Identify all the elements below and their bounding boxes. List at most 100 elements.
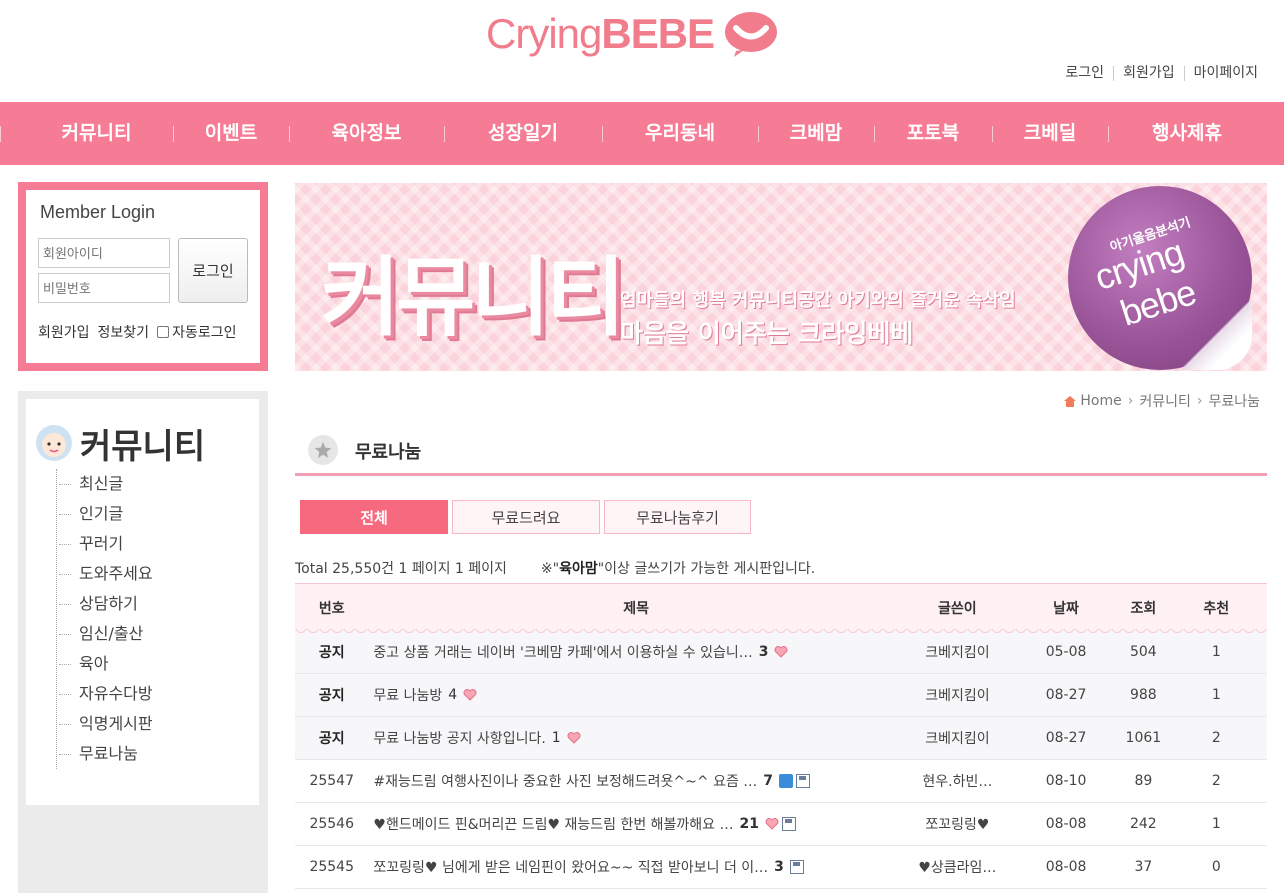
nav-cbmom[interactable]: 크베맘 [758,102,874,165]
row-writer[interactable]: 크베지킴이 [904,642,1011,662]
row-views: 504 [1129,644,1157,660]
row-date: 08-27 [1045,687,1087,703]
side-item-parenting[interactable]: 육아 [57,649,153,679]
site-logo[interactable]: CryingBEBE [486,10,778,58]
nav-parenting-info[interactable]: 육아정보 [289,102,444,165]
chevron-right-icon: › [1196,393,1203,409]
row-title-link[interactable]: 무료 나눔방 공지 사항입니다. [373,728,545,748]
table-row: 25545 쪼꼬링링♥ 님에게 받은 네임핀이 왔어요~~ 직접 받아보니 더 … [295,846,1267,889]
row-title-link[interactable]: 무료 나눔방 [373,685,442,705]
comment-count: 3 [774,859,784,875]
row-views: 242 [1129,816,1157,832]
comment-count: 7 [763,773,774,789]
logo-text-bold: BEBE [601,10,715,57]
header-writer: 글쓴이 [938,600,977,617]
row-views: 89 [1134,773,1153,789]
row-title-link[interactable]: 중고 상품 거래는 네이버 '크베맘 카페'에서 이용하실 수 있습니… [373,642,752,662]
mypage-link[interactable]: 마이페이지 [1183,66,1267,81]
login-button[interactable]: 로그인 [178,238,248,303]
attachment-icon [789,860,804,874]
side-item-anonymous[interactable]: 익명게시판 [57,709,153,739]
row-title-link[interactable]: #재능드림 여행사진이나 중요한 사진 보정해드려욧^~^ 요즘 … [373,771,757,791]
header-views: 조회 [1130,600,1157,617]
tab-free-give[interactable]: 무료드려요 [452,500,600,534]
row-views: 1061 [1125,730,1162,746]
side-item-popular[interactable]: 인기글 [57,499,153,529]
nav-community[interactable]: 커뮤니티 [0,102,173,165]
row-recommend: 2 [1211,730,1221,746]
row-writer[interactable]: 현우.하빈… [904,771,1011,791]
side-item-consult[interactable]: 상담하기 [57,589,153,619]
table-row: 25546 ♥핸드메이드 핀&머리끈 드림♥ 재능드림 한번 해볼까해요 … 21… [295,803,1267,846]
login-box: Member Login 로그인 회원가입 정보찾기 자동로그인 [18,182,268,371]
join-link[interactable]: 회원가입 [1113,66,1184,81]
breadcrumb: Home › 커뮤니티 › 무료나눔 [1064,391,1260,411]
table-row: 공지 중고 상품 거래는 네이버 '크베맘 카페'에서 이용하실 수 있습니… 3… [295,631,1267,674]
row-number: 25546 [309,816,354,832]
row-title-link[interactable]: ♥핸드메이드 핀&머리끈 드림♥ 재능드림 한번 해볼까해요 … [373,814,733,834]
row-number: 25547 [309,773,354,789]
side-item-help[interactable]: 도와주세요 [57,559,153,589]
baby-icon [36,425,72,461]
row-title-link[interactable]: 쪼꼬링링♥ 님에게 받은 네임핀이 왔어요~~ 직접 받아보니 더 이… [373,857,768,877]
join-link[interactable]: 회원가입 [38,322,90,342]
login-links: 회원가입 정보찾기 자동로그인 [38,322,236,342]
write-permission-notice: ※"육아맘"이상 글쓰기가 가능한 게시판입니다. [540,561,816,577]
nav-partnership[interactable]: 행사제휴 [1108,102,1266,165]
home-icon [1064,395,1077,407]
row-writer[interactable]: 크베지킴이 [904,728,1011,748]
auto-login-label[interactable]: 자동로그인 [172,322,236,342]
banner-title: 커뮤니티 [321,248,625,348]
util-links: 로그인 회원가입 마이페이지 [1056,66,1267,81]
auto-login-checkbox[interactable] [157,326,170,338]
row-views: 988 [1129,687,1157,703]
side-menu-box: 커뮤니티 최신글 인기글 꾸러기 도와주세요 상담하기 임신/출산 육아 자유수… [18,391,268,893]
tab-free-share-review[interactable]: 무료나눔후기 [604,500,751,534]
comment-count: 3 [758,644,769,660]
attachment-icon [782,817,796,831]
row-date: 08-08 [1045,816,1087,832]
breadcrumb-home[interactable]: Home [1080,393,1121,409]
header-number: 번호 [318,600,345,617]
row-recommend: 0 [1211,859,1221,875]
sticker-curl [1182,300,1252,370]
comment-count: 4 [448,687,458,703]
heart-icon [775,646,788,658]
heart-icon [765,818,779,830]
row-recommend: 1 [1211,816,1221,832]
row-date: 05-08 [1045,644,1087,660]
header-date: 날짜 [1053,600,1079,617]
nav-growth-diary[interactable]: 성장일기 [444,102,602,165]
nav-cbdeal[interactable]: 크베딜 [992,102,1108,165]
nav-photobook[interactable]: 포토북 [874,102,992,165]
row-writer[interactable]: 쪼꼬링링♥ [904,814,1011,834]
nav-event[interactable]: 이벤트 [173,102,289,165]
side-item-free-share[interactable]: 무료나눔 [57,739,153,769]
row-recommend: 1 [1211,644,1221,660]
heart-icon [463,689,477,701]
side-item-free-talk[interactable]: 자유수다방 [57,679,153,709]
tab-all[interactable]: 전체 [300,500,448,534]
board-info: Total 25,550건 1 페이지 1 페이지 ※"육아맘"이상 글쓰기가 가… [295,558,815,578]
nav-neighborhood[interactable]: 우리동네 [602,102,758,165]
side-item-latest[interactable]: 최신글 [57,469,153,499]
table-row: 25547 #재능드림 여행사진이나 중요한 사진 보정해드려욧^~^ 요즘 …… [295,760,1267,803]
login-link[interactable]: 로그인 [1056,66,1113,81]
banner-tagline: 마음을 이어주는 크라잉베베 [620,319,914,348]
table-row: 공지 무료 나눔방 4 크베지킴이 08-27 988 1 [295,674,1267,717]
smile-bubble-icon [725,12,778,57]
member-password-input[interactable] [38,273,170,303]
row-writer[interactable]: 크베지킴이 [904,685,1011,705]
find-info-link[interactable]: 정보찾기 [98,322,150,342]
breadcrumb-community[interactable]: 커뮤니티 [1139,391,1191,411]
comment-count: 21 [739,816,759,832]
side-item-pregnancy[interactable]: 임신/출산 [57,619,153,649]
total-count: Total 25,550건 1 페이지 1 페이지 [295,561,507,577]
row-recommend: 2 [1211,773,1221,789]
category-tabs: 전체 무료드려요 무료나눔후기 [300,500,755,534]
side-item-kids[interactable]: 꾸러기 [57,529,153,559]
member-id-input[interactable] [38,238,170,268]
header-title: 제목 [623,600,649,617]
row-writer[interactable]: ♥상큼라임… [904,857,1011,877]
breadcrumb-current[interactable]: 무료나눔 [1208,391,1260,411]
